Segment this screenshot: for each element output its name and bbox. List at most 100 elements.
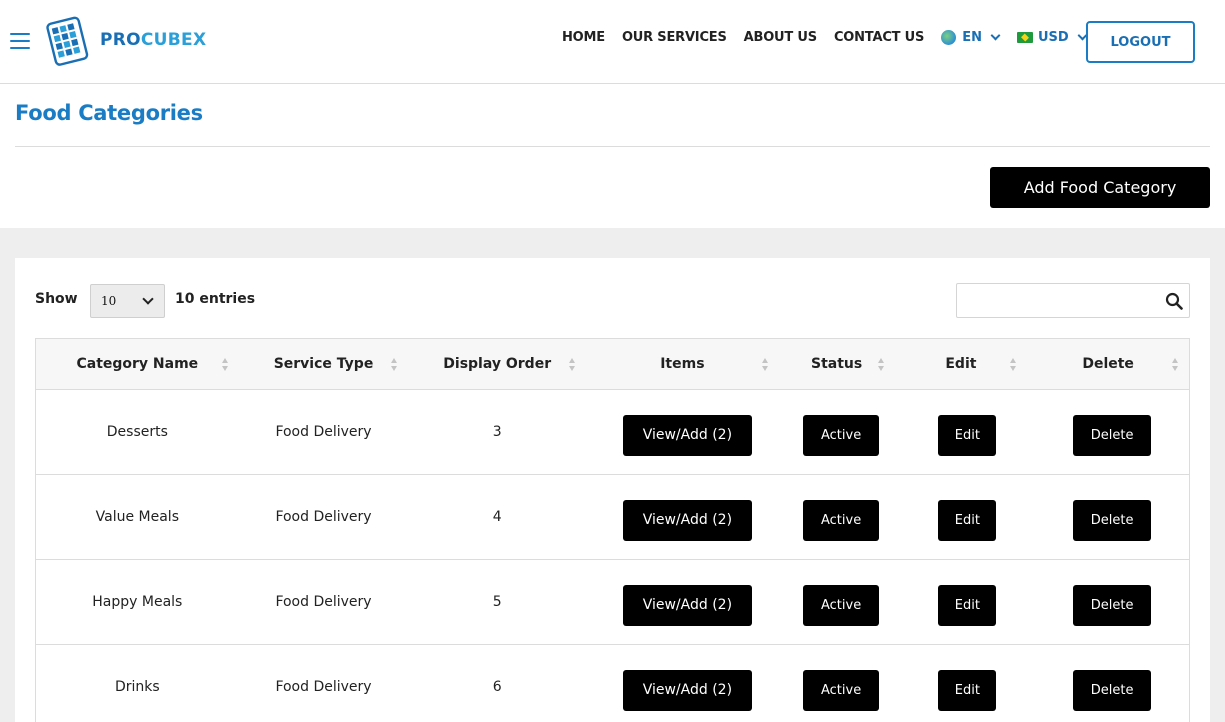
nav-our-services[interactable]: OUR SERVICES xyxy=(622,30,727,45)
service-type-cell: Food Delivery xyxy=(275,679,372,695)
table-row: Drinks Food Delivery 6 View/Add (2) Acti… xyxy=(36,645,1189,722)
category-name-cell: Value Meals xyxy=(95,509,179,525)
status-cell: Active xyxy=(779,390,895,474)
search-box xyxy=(956,283,1190,318)
status-cell: Active xyxy=(779,560,895,644)
nav-contact-us[interactable]: CONTACT US xyxy=(834,30,924,45)
column-label: Status xyxy=(811,356,863,372)
status-toggle-button[interactable]: Active xyxy=(803,584,880,626)
table-row: Happy Meals Food Delivery 5 View/Add (2)… xyxy=(36,560,1189,645)
sort-icon xyxy=(761,358,769,372)
edit-cell: Edit xyxy=(895,390,1028,474)
food-categories-table: Category Name Service Type Display Order… xyxy=(35,338,1190,722)
status-toggle-button[interactable]: Active xyxy=(803,499,880,541)
delete-button[interactable]: Delete xyxy=(1073,414,1152,456)
show-label: Show xyxy=(35,291,78,307)
view-add-items-button[interactable]: View/Add (2) xyxy=(622,499,752,541)
column-header-edit[interactable]: Edit xyxy=(895,339,1028,389)
column-label: Items xyxy=(660,356,705,372)
view-add-items-button[interactable]: View/Add (2) xyxy=(622,669,752,711)
delete-button[interactable]: Delete xyxy=(1073,584,1152,626)
search-input[interactable] xyxy=(957,284,1157,315)
chevron-down-icon xyxy=(990,30,1001,41)
table-row: Value Meals Food Delivery 4 View/Add (2)… xyxy=(36,475,1189,560)
currency-selector[interactable]: USD xyxy=(1016,30,1088,45)
edit-cell: Edit xyxy=(895,560,1028,644)
items-cell: View/Add (2) xyxy=(586,645,779,722)
currency-value: USD xyxy=(1037,30,1069,45)
status-toggle-button[interactable]: Active xyxy=(803,669,880,711)
display-order-cell: 6 xyxy=(492,679,502,695)
chevron-down-icon xyxy=(142,293,154,305)
items-cell: View/Add (2) xyxy=(586,560,779,644)
service-type-cell: Food Delivery xyxy=(275,594,372,610)
brand-name-part2: CUBEX xyxy=(140,30,207,50)
column-label: Edit xyxy=(945,356,977,372)
sort-icon xyxy=(221,358,229,372)
page-size-value: 10 xyxy=(101,294,117,308)
display-order-cell: 4 xyxy=(492,509,502,525)
sort-icon xyxy=(1010,358,1017,372)
category-name-cell: Desserts xyxy=(106,424,168,440)
service-type-cell: Food Delivery xyxy=(275,424,372,440)
status-toggle-button[interactable]: Active xyxy=(803,414,880,456)
column-label: Service Type xyxy=(273,356,374,372)
hamburger-menu-icon[interactable] xyxy=(10,33,30,50)
search-icon[interactable] xyxy=(1165,292,1183,310)
logo-cube-icon xyxy=(46,16,89,66)
brand-name: PROCUBEX xyxy=(100,30,206,50)
items-cell: View/Add (2) xyxy=(586,390,779,474)
status-cell: Active xyxy=(779,475,895,559)
delete-button[interactable]: Delete xyxy=(1073,499,1152,541)
delete-cell: Delete xyxy=(1027,475,1189,559)
brazil-flag-icon xyxy=(1016,32,1033,43)
nav-home[interactable]: HOME xyxy=(562,30,605,45)
delete-cell: Delete xyxy=(1027,645,1189,722)
entries-label: 10 entries xyxy=(175,291,256,307)
language-selector[interactable]: EN xyxy=(941,30,1001,45)
category-name-cell: Drinks xyxy=(114,679,160,695)
title-divider xyxy=(15,146,1210,147)
column-header-category-name[interactable]: Category Name xyxy=(36,339,239,389)
status-cell: Active xyxy=(779,645,895,722)
table-row: Desserts Food Delivery 3 View/Add (2) Ac… xyxy=(36,390,1189,475)
delete-cell: Delete xyxy=(1027,390,1189,474)
edit-button[interactable]: Edit xyxy=(938,584,997,626)
edit-button[interactable]: Edit xyxy=(938,499,997,541)
page-size-select[interactable]: 10 xyxy=(90,284,165,318)
globe-icon xyxy=(941,30,957,45)
edit-button[interactable]: Edit xyxy=(938,669,997,711)
column-header-display-order[interactable]: Display Order xyxy=(408,339,586,389)
page-title: Food Categories xyxy=(15,101,203,125)
column-label: Delete xyxy=(1082,356,1134,372)
table-header: Category Name Service Type Display Order… xyxy=(36,339,1189,390)
nav-about-us[interactable]: ABOUT US xyxy=(744,30,817,45)
view-add-items-button[interactable]: View/Add (2) xyxy=(622,584,752,626)
language-value: EN xyxy=(962,30,982,45)
column-label: Category Name xyxy=(76,356,199,372)
edit-cell: Edit xyxy=(895,645,1028,722)
delete-cell: Delete xyxy=(1027,560,1189,644)
top-header: PROCUBEX HOME OUR SERVICES ABOUT US CONT… xyxy=(0,0,1225,84)
delete-button[interactable]: Delete xyxy=(1073,669,1152,711)
sort-icon xyxy=(1172,358,1179,372)
column-header-delete[interactable]: Delete xyxy=(1027,339,1189,389)
view-add-items-button[interactable]: View/Add (2) xyxy=(622,414,752,456)
category-name-cell: Happy Meals xyxy=(92,594,183,610)
display-order-cell: 3 xyxy=(492,424,502,440)
brand-name-part1: PRO xyxy=(100,30,141,50)
service-type-cell: Food Delivery xyxy=(275,509,372,525)
items-cell: View/Add (2) xyxy=(586,475,779,559)
logout-button[interactable]: LOGOUT xyxy=(1086,21,1195,63)
column-header-items[interactable]: Items xyxy=(586,339,779,389)
edit-button[interactable]: Edit xyxy=(938,414,997,456)
sort-icon xyxy=(569,358,576,372)
main-nav: HOME OUR SERVICES ABOUT US CONTACT US EN… xyxy=(562,30,1104,45)
edit-cell: Edit xyxy=(895,475,1028,559)
sort-icon xyxy=(877,358,885,372)
brand-logo[interactable]: PROCUBEX xyxy=(44,14,206,66)
column-label: Display Order xyxy=(443,356,552,372)
add-food-category-button[interactable]: Add Food Category xyxy=(990,167,1210,208)
column-header-service-type[interactable]: Service Type xyxy=(239,339,409,389)
column-header-status[interactable]: Status xyxy=(779,339,895,389)
